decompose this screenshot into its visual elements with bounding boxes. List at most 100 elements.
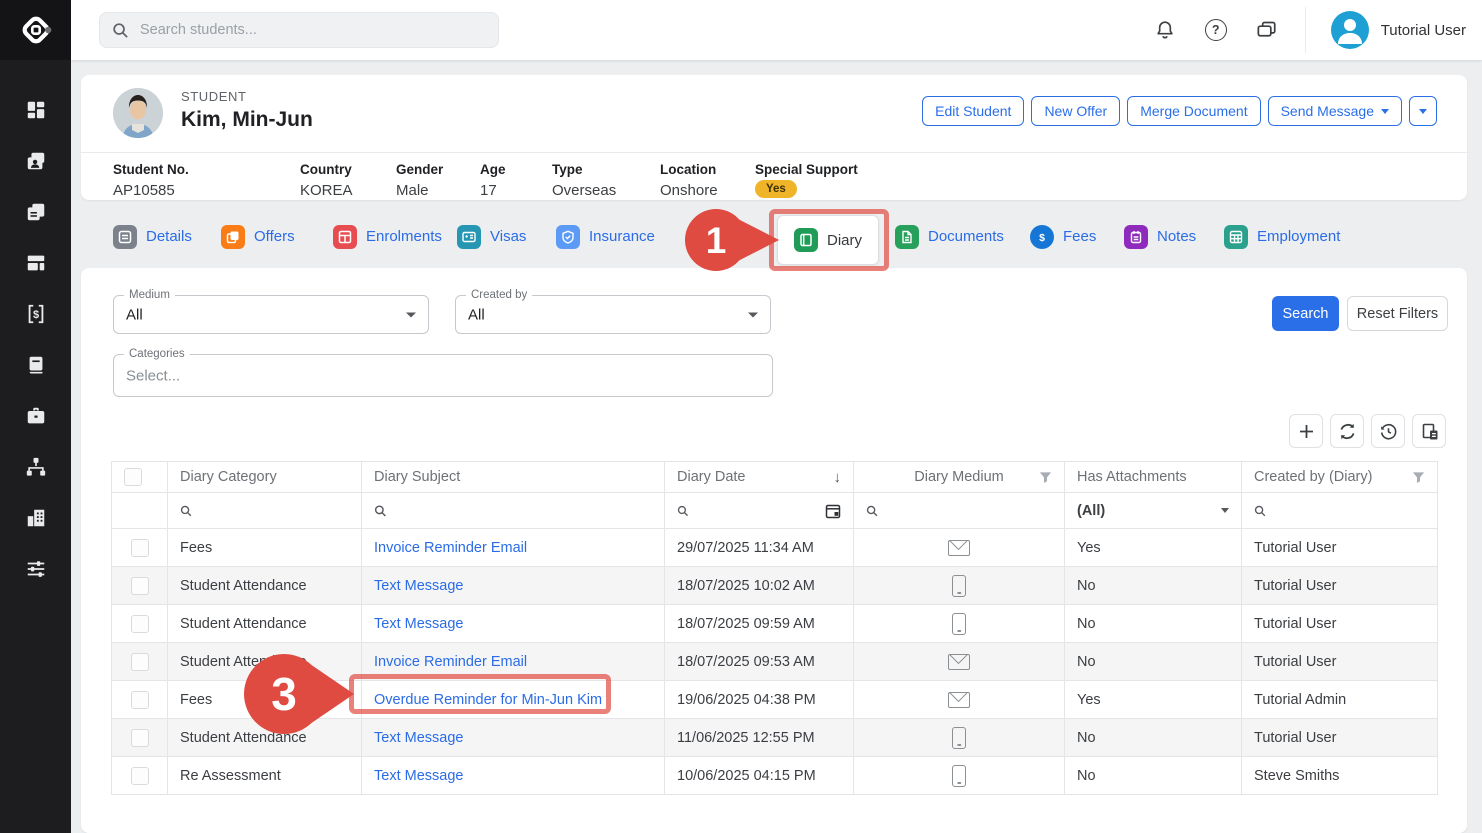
select-all-checkbox[interactable] (124, 468, 142, 486)
category-filter-input[interactable] (198, 502, 349, 520)
diary-subject-link[interactable]: Text Message (374, 768, 463, 784)
table-row-highlighted[interactable]: Fees Overdue Reminder for Min-Jun Kim 19… (112, 681, 1438, 719)
filter-funnel-icon[interactable] (1039, 471, 1052, 484)
sidebar-item-toolbox[interactable] (24, 404, 48, 428)
tab-visas[interactable]: Visas (457, 225, 526, 249)
info-label: Gender (396, 162, 480, 177)
offers-icon (25, 201, 47, 223)
created-by-filter[interactable]: Created by All (455, 295, 771, 334)
help-button[interactable]: ? (1203, 17, 1229, 43)
table-row[interactable]: Student Attendance Text Message 18/07/20… (112, 567, 1438, 605)
edit-student-button[interactable]: Edit Student (922, 96, 1024, 126)
table-row[interactable]: Student Attendance Invoice Reminder Emai… (112, 643, 1438, 681)
sidebar-item-agents[interactable] (24, 455, 48, 479)
sidebar-item-dashboard[interactable] (24, 98, 48, 122)
diary-icon (794, 228, 818, 252)
tab-enrolments[interactable]: Enrolments (333, 225, 442, 249)
refresh-button[interactable] (1330, 414, 1364, 448)
reset-filters-button[interactable]: Reset Filters (1347, 296, 1448, 331)
sidebar-item-courses[interactable] (24, 353, 48, 377)
sidebar-item-enrolments[interactable] (24, 251, 48, 275)
diary-subject-link[interactable]: Overdue Reminder for Min-Jun Kim (374, 692, 602, 708)
search-icon (866, 504, 878, 518)
tab-fees[interactable]: $ Fees (1030, 225, 1096, 249)
sidebar-item-fees[interactable]: $ (24, 302, 48, 326)
user-menu[interactable]: Tutorial User (1331, 11, 1466, 49)
cell-attachments: No (1065, 605, 1242, 643)
messages-button[interactable] (1254, 17, 1280, 43)
info-value: Onshore (660, 182, 755, 199)
cell-date: 18/07/2025 10:02 AM (665, 567, 854, 605)
cell-attachments: No (1065, 757, 1242, 795)
table-row[interactable]: Fees Invoice Reminder Email 29/07/2025 1… (112, 529, 1438, 567)
created-by-filter-input[interactable] (1272, 502, 1425, 520)
copy-document-icon (1420, 422, 1439, 441)
visas-icon (457, 225, 481, 249)
table-row[interactable]: Student Attendance Text Message 18/07/20… (112, 605, 1438, 643)
send-message-button[interactable]: Send Message (1268, 96, 1402, 126)
search-icon (180, 504, 192, 518)
tab-offers[interactable]: Offers (221, 225, 295, 249)
row-checkbox[interactable] (131, 653, 149, 671)
row-checkbox[interactable] (131, 767, 149, 785)
history-button[interactable] (1371, 414, 1405, 448)
col-diary-medium[interactable]: Diary Medium (854, 462, 1065, 493)
sidebar-item-students[interactable] (24, 149, 48, 173)
diary-subject-link[interactable]: Invoice Reminder Email (374, 540, 527, 556)
notifications-button[interactable] (1152, 17, 1178, 43)
diary-subject-link[interactable]: Text Message (374, 616, 463, 632)
diary-subject-link[interactable]: Invoice Reminder Email (374, 654, 527, 670)
search-icon (112, 22, 129, 39)
sort-desc-icon[interactable]: ↓ (834, 469, 842, 486)
col-has-attachments[interactable]: Has Attachments (1065, 462, 1242, 493)
medium-filter-input[interactable] (884, 502, 1052, 520)
sidebar-item-offers[interactable] (24, 200, 48, 224)
tab-documents[interactable]: Documents (895, 225, 1004, 249)
cell-date: 19/06/2025 04:38 PM (665, 681, 854, 719)
add-entry-button[interactable] (1289, 414, 1323, 448)
more-actions-button[interactable] (1409, 96, 1437, 126)
categories-filter[interactable]: Categories Select... (113, 354, 773, 397)
cell-created-by: Tutorial User (1242, 605, 1438, 643)
row-checkbox[interactable] (131, 729, 149, 747)
tab-employment[interactable]: Employment (1224, 225, 1340, 249)
col-created-by[interactable]: Created by (Diary) (1242, 462, 1438, 493)
sidebar-item-campus[interactable] (24, 506, 48, 530)
table-row[interactable]: Re Assessment Text Message 10/06/2025 04… (112, 757, 1438, 795)
row-checkbox[interactable] (131, 539, 149, 557)
search-button[interactable]: Search (1272, 296, 1339, 331)
select-all-cell (112, 462, 168, 493)
diary-subject-link[interactable]: Text Message (374, 730, 463, 746)
help-icon: ? (1205, 19, 1227, 41)
sidebar-item-settings[interactable] (24, 557, 48, 581)
export-button[interactable] (1412, 414, 1446, 448)
col-diary-subject[interactable]: Diary Subject (362, 462, 665, 493)
status-badge: Yes (755, 180, 797, 198)
date-filter-input[interactable] (695, 502, 819, 520)
search-input[interactable] (138, 21, 486, 39)
calendar-icon[interactable] (825, 503, 841, 519)
app-logo[interactable] (0, 0, 71, 60)
tab-insurance[interactable]: Insurance (556, 225, 655, 249)
tab-diary[interactable]: Diary (777, 215, 879, 265)
merge-document-button[interactable]: Merge Document (1127, 96, 1260, 126)
row-checkbox[interactable] (131, 691, 149, 709)
table-header-row: Diary Category Diary Subject Diary Date↓… (112, 462, 1438, 493)
cell-attachments: No (1065, 719, 1242, 757)
tab-details[interactable]: Details (113, 225, 192, 249)
subject-filter-input[interactable] (393, 502, 652, 520)
col-diary-category[interactable]: Diary Category (168, 462, 362, 493)
medium-filter[interactable]: Medium All (113, 295, 429, 334)
tab-notes[interactable]: Notes (1124, 225, 1196, 249)
col-diary-date[interactable]: Diary Date↓ (665, 462, 854, 493)
plus-icon (1297, 422, 1316, 441)
employment-icon (1224, 225, 1248, 249)
attachments-filter-dropdown[interactable]: (All) (1077, 503, 1229, 519)
diary-subject-link[interactable]: Text Message (374, 578, 463, 594)
filter-funnel-icon[interactable] (1412, 471, 1425, 484)
table-row[interactable]: Student Attendance Text Message 11/06/20… (112, 719, 1438, 757)
new-offer-button[interactable]: New Offer (1031, 96, 1120, 126)
row-checkbox[interactable] (131, 615, 149, 633)
row-checkbox[interactable] (131, 577, 149, 595)
topbar: ? Tutorial User (71, 0, 1482, 60)
